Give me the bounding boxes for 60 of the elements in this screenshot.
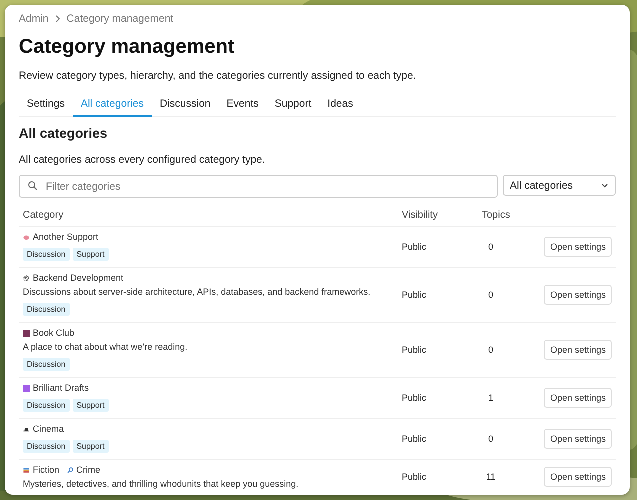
visibility-cell-text: Public	[402, 242, 428, 252]
magnifier-icon	[66, 466, 74, 474]
open-settings-button[interactable]: Open settings	[544, 236, 612, 256]
topics-cell-text: 0	[487, 290, 494, 300]
type-tag: Discussion	[23, 358, 70, 371]
open-settings-button[interactable]: Open settings	[544, 340, 612, 360]
topics-cell-text: 0	[487, 242, 494, 252]
category-name: Backend Development	[33, 273, 124, 283]
hat-icon	[23, 426, 30, 432]
tab[interactable]: Support	[266, 95, 320, 117]
caret-icon	[601, 182, 609, 190]
open-settings-button[interactable]: Open settings	[544, 428, 612, 448]
books-icon	[23, 466, 30, 474]
column-header: Category	[23, 210, 65, 221]
type-tag: Discussion	[23, 440, 70, 453]
category-name: Crime	[76, 465, 101, 475]
type-tag: Discussion	[23, 303, 70, 316]
category-description: A place to chat about what we’re reading.	[23, 342, 189, 352]
topics-cell-text: 0	[487, 434, 494, 444]
column-header: Topics	[482, 210, 512, 221]
tab[interactable]: Discussion	[152, 95, 219, 117]
section-title: All categories	[19, 126, 109, 141]
category-name: Brilliant Drafts	[33, 383, 90, 393]
type-tag: Support	[72, 248, 109, 261]
category-name: Book Club	[33, 328, 75, 338]
category-name: Cinema	[33, 424, 64, 434]
column-header: Visibility	[402, 210, 439, 221]
visibility-cell-text: Public	[402, 434, 428, 444]
type-tag: Support	[72, 440, 109, 453]
visibility-cell-text: Public	[402, 344, 428, 354]
category-description: Discussions about server-side architecture, APIs, databases, and backend frameworks.	[23, 287, 372, 297]
tab[interactable]: Ideas	[320, 95, 362, 117]
type-tag: Support	[72, 399, 109, 412]
open-settings-button[interactable]: Open settings	[544, 284, 612, 304]
visibility-cell-text: Public	[402, 472, 428, 482]
category-name: Fiction	[33, 465, 60, 475]
tab[interactable]: Events	[218, 95, 267, 117]
breadcrumb-item[interactable]: Admin	[19, 13, 49, 25]
section-subtitle: All categories across every configured category type.	[19, 154, 266, 166]
open-settings-button[interactable]: Open settings	[544, 388, 612, 408]
open-settings-button[interactable]: Open settings	[544, 467, 612, 487]
visibility-cell-text: Public	[402, 290, 428, 300]
tab[interactable]: All categories	[72, 95, 152, 117]
topics-cell-text: 1	[487, 392, 494, 402]
type-tag: Discussion	[23, 248, 70, 261]
category-description: Mysteries, detectives, and thrilling whodunits that keep you guessing.	[23, 479, 300, 489]
page-title: Category management	[19, 36, 236, 59]
chevron-icon	[54, 15, 62, 23]
topics-cell-text: 0	[487, 344, 494, 354]
category-dropdown[interactable]: All categories	[503, 175, 616, 196]
topics-cell-text: 11	[485, 472, 497, 482]
tab[interactable]: Settings	[19, 95, 73, 117]
visibility-cell-text: Public	[402, 392, 428, 402]
gear-icon	[23, 274, 30, 282]
page-description: Review category types, hierarchy, and the categories currently assigned to each type.	[19, 70, 418, 82]
category-name: Another Support	[33, 232, 99, 242]
type-tag: Discussion	[23, 399, 70, 412]
search-icon	[28, 181, 38, 191]
filter-field[interactable]: Filter categories	[19, 175, 498, 198]
breadcrumb-item[interactable]: Category management	[66, 13, 174, 25]
